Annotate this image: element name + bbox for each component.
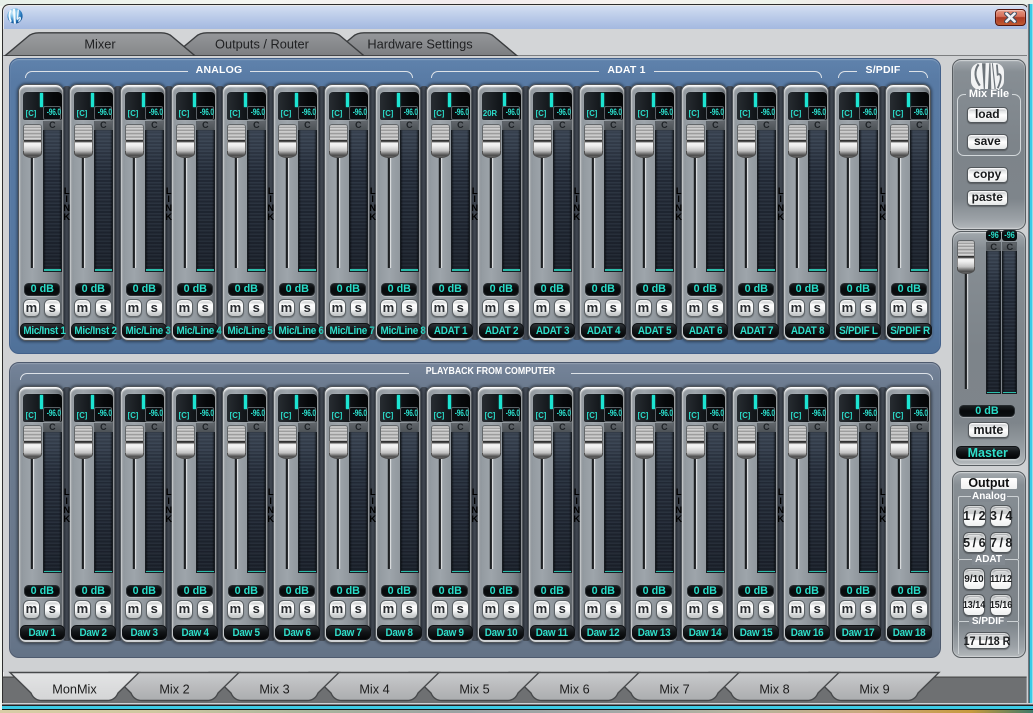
svg-text:Mix 9: Mix 9	[859, 682, 889, 696]
svg-text:Mix 2: Mix 2	[159, 682, 189, 696]
svg-text:Hardware Settings: Hardware Settings	[367, 37, 472, 52]
svg-text:Mix 8: Mix 8	[759, 682, 789, 696]
svg-text:Mix 5: Mix 5	[459, 682, 489, 696]
svg-text:Mix 4: Mix 4	[359, 682, 389, 696]
svg-text:Mixer: Mixer	[84, 37, 116, 52]
svg-text:Mix 6: Mix 6	[559, 682, 589, 696]
svg-text:Outputs / Router: Outputs / Router	[215, 37, 310, 52]
svg-text:MonMix: MonMix	[52, 682, 97, 696]
svg-text:Mix 7: Mix 7	[659, 682, 689, 696]
svg-text:Mix 3: Mix 3	[259, 682, 289, 696]
